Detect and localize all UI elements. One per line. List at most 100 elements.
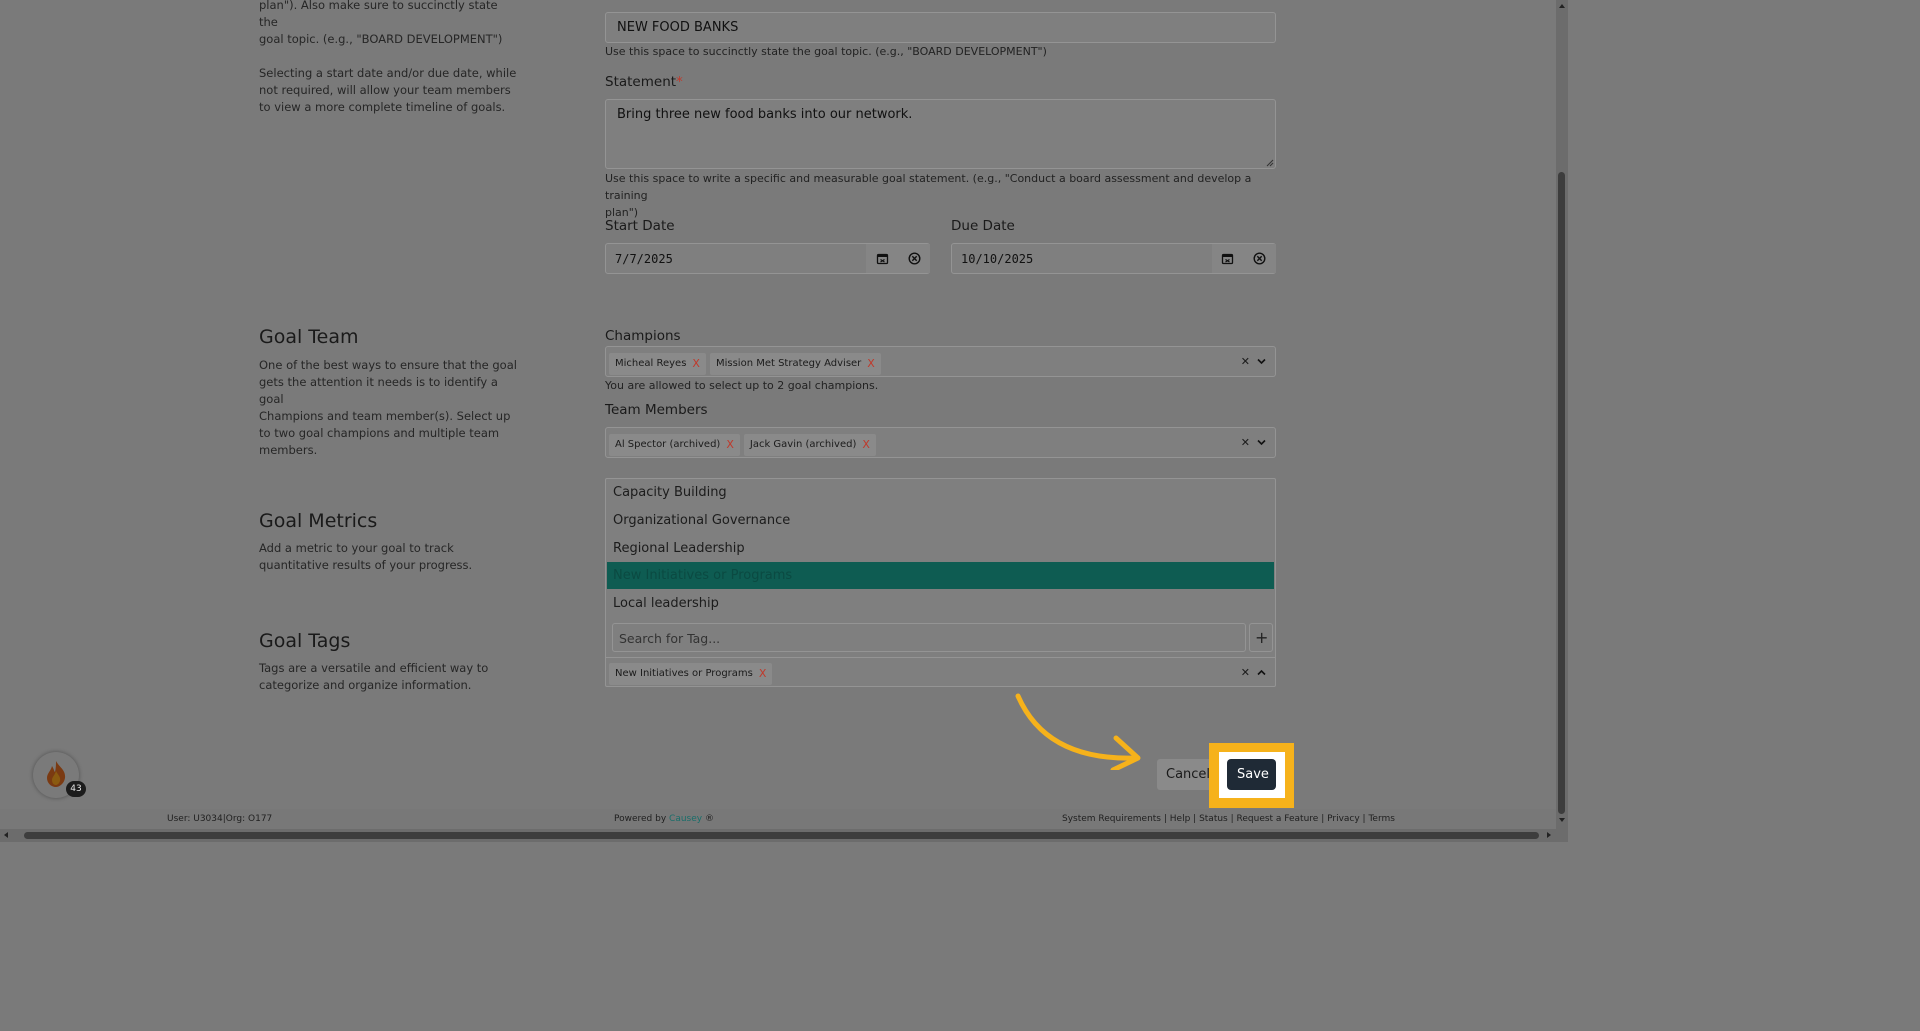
- powered-prefix: Powered by: [614, 814, 667, 824]
- chip-label: Jack Gavin (archived): [749, 439, 857, 450]
- remove-chip-icon[interactable]: X: [726, 438, 734, 451]
- remove-chip-icon[interactable]: X: [692, 357, 700, 370]
- footer-link-privacy[interactable]: Privacy: [1327, 814, 1360, 824]
- calendar-icon[interactable]: [1221, 252, 1234, 265]
- intro-line2: goal topic. (e.g., "BOARD DEVELOPMENT"): [259, 32, 503, 46]
- champions-select[interactable]: Micheal Reyes X Mission Met Strategy Advis…: [605, 346, 1276, 377]
- remove-chip-icon[interactable]: X: [759, 667, 767, 680]
- team-members-select[interactable]: Al Spector (archived) X Jack Gavin (archiv…: [605, 427, 1276, 458]
- goal-tags-desc: Tags are a versatile and efficient way t…: [259, 660, 519, 694]
- footer-link-system-requirements[interactable]: System Requirements: [1062, 814, 1161, 824]
- due-date-label: Due Date: [951, 218, 1015, 234]
- topic-input[interactable]: NEW FOOD BANKS: [605, 12, 1276, 43]
- horizontal-scrollbar[interactable]: [0, 829, 1556, 842]
- streak-widget[interactable]: 43: [33, 752, 86, 798]
- start-date-input[interactable]: 7/7/2025: [605, 243, 930, 274]
- footer-link-request-feature[interactable]: Request a Feature: [1237, 814, 1319, 824]
- goal-team-desc-line3: Champions and team member(s). Select up: [259, 409, 511, 423]
- footer: User: U3034|Org: O177 Powered by Causey …: [0, 809, 1556, 829]
- chevron-up-icon[interactable]: [1256, 667, 1267, 678]
- clear-all-icon[interactable]: ✕: [1241, 666, 1250, 679]
- save-label: Save: [1237, 767, 1269, 782]
- remove-chip-icon[interactable]: X: [862, 438, 870, 451]
- scroll-right-icon[interactable]: [1545, 831, 1553, 839]
- intro-para2-line2: not required, will allow your team membe…: [259, 83, 511, 97]
- horizontal-scroll-thumb[interactable]: [24, 832, 1539, 839]
- scroll-up-icon[interactable]: [1558, 2, 1566, 10]
- footer-powered: Powered by Causey ®: [614, 814, 714, 824]
- goal-tags-title: Goal Tags: [259, 630, 351, 652]
- chip-champion: Mission Met Strategy Adviser X: [709, 352, 881, 375]
- remove-chip-icon[interactable]: X: [867, 357, 875, 370]
- footer-user: User: U3034|Org: O177: [167, 814, 273, 824]
- tags-selected[interactable]: New Initiatives or Programs X: [609, 661, 776, 685]
- statement-textarea[interactable]: Bring three new food banks into our netw…: [605, 99, 1276, 169]
- statement-hint: Use this space to write a specific and m…: [605, 170, 1285, 221]
- team-members-label: Team Members: [605, 402, 708, 418]
- clear-all-icon[interactable]: ✕: [1241, 355, 1250, 368]
- goal-tags-desc-line1: Tags are a versatile and efficient way t…: [259, 661, 489, 675]
- intro-line1: plan"). Also make sure to succinctly sta…: [259, 0, 498, 29]
- tag-option[interactable]: Regional Leadership: [607, 535, 1274, 562]
- footer-link-status[interactable]: Status: [1199, 814, 1228, 824]
- goal-metrics-title: Goal Metrics: [259, 510, 378, 532]
- chip-label: New Initiatives or Programs: [615, 668, 753, 679]
- statement-label-text: Statement: [605, 74, 677, 90]
- reg-mark: ®: [704, 814, 714, 824]
- start-date-value: 7/7/2025: [615, 252, 673, 266]
- vertical-scrollbar[interactable]: [1556, 0, 1568, 842]
- topic-hint: Use this space to succinctly state the g…: [605, 45, 1047, 58]
- tag-option-selected[interactable]: New Initiatives or Programs: [607, 562, 1274, 589]
- goal-team-desc-line4: to two goal champions and multiple team: [259, 426, 500, 440]
- tag-search-input[interactable]: Search for Tag...: [612, 623, 1246, 652]
- chip-label: Micheal Reyes: [615, 358, 687, 369]
- chip-team-member: Al Spector (archived) X: [609, 433, 740, 456]
- resize-handle-icon[interactable]: [1266, 159, 1274, 167]
- scroll-left-icon[interactable]: [2, 831, 10, 839]
- intro-para2-line1: Selecting a start date and/or due date, …: [259, 66, 517, 80]
- footer-link-help[interactable]: Help: [1170, 814, 1191, 824]
- topic-value: NEW FOOD BANKS: [617, 20, 739, 35]
- add-tag-button[interactable]: +: [1249, 623, 1273, 652]
- clear-circle-icon[interactable]: [908, 252, 921, 265]
- due-date-value: 10/10/2025: [961, 252, 1034, 266]
- flame-icon: [47, 761, 66, 787]
- statement-label: Statement*: [605, 74, 683, 90]
- chip-label: Al Spector (archived): [615, 439, 721, 450]
- clear-circle-icon[interactable]: [1253, 252, 1266, 265]
- vertical-scroll-thumb[interactable]: [1558, 172, 1565, 814]
- chevron-down-icon[interactable]: [1256, 437, 1267, 448]
- tag-option[interactable]: Local leadership: [607, 590, 1274, 617]
- goal-metrics-desc-line2: quantitative results of your progress.: [259, 558, 473, 572]
- goal-tags-desc-line2: categorize and organize information.: [259, 678, 472, 692]
- goal-team-desc-line5: members.: [259, 443, 318, 457]
- notification-count-badge: 43: [66, 781, 86, 797]
- tag-option[interactable]: Organizational Governance: [607, 507, 1274, 534]
- calendar-icon[interactable]: [876, 252, 889, 265]
- goal-team-desc: One of the best ways to ensure that the …: [259, 357, 519, 459]
- start-date-label: Start Date: [605, 218, 675, 234]
- chip-team-member: Jack Gavin (archived) X: [743, 433, 876, 456]
- clear-all-icon[interactable]: ✕: [1241, 436, 1250, 449]
- statement-hint-line2: plan"): [605, 206, 639, 219]
- goal-team-title: Goal Team: [259, 326, 359, 348]
- chip-label: Mission Met Strategy Adviser: [715, 358, 862, 369]
- tag-search-placeholder: Search for Tag...: [619, 631, 721, 646]
- chevron-down-icon[interactable]: [1256, 356, 1267, 367]
- chip-tag: New Initiatives or Programs X: [609, 662, 773, 685]
- goal-metrics-desc-line1: Add a metric to your goal to track: [259, 541, 454, 555]
- footer-link-terms[interactable]: Terms: [1368, 814, 1395, 824]
- goal-team-desc-line2: gets the attention it needs is to identi…: [259, 375, 498, 406]
- arrow-icon: [1015, 693, 1141, 770]
- divider: [606, 657, 1275, 658]
- statement-hint-line1: Use this space to write a specific and m…: [605, 172, 1252, 202]
- scroll-down-icon[interactable]: [1558, 816, 1566, 824]
- brand-link[interactable]: Causey: [669, 814, 702, 824]
- due-date-input[interactable]: 10/10/2025: [951, 243, 1276, 274]
- plus-icon: +: [1255, 628, 1269, 647]
- tag-dropdown: Capacity Building Organizational Governa…: [605, 478, 1276, 687]
- save-button[interactable]: Save: [1227, 759, 1276, 790]
- footer-links: System Requirements | Help | Status | Re…: [1062, 814, 1395, 824]
- required-mark: *: [676, 74, 683, 90]
- tag-option[interactable]: Capacity Building: [607, 479, 1274, 506]
